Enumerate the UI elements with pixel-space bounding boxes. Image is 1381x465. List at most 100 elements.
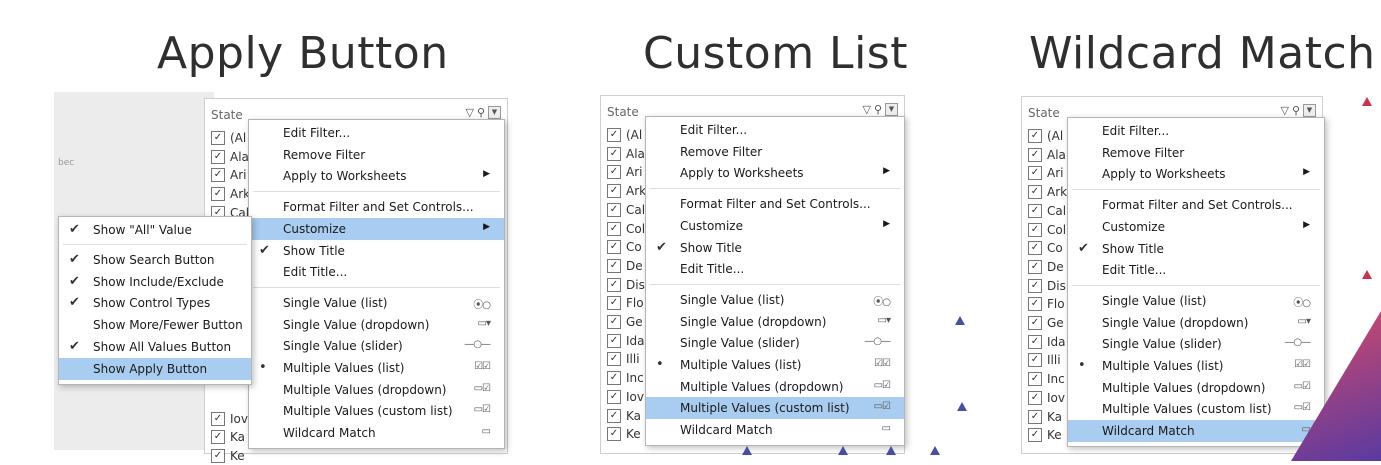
checkbox[interactable]: ✓ — [211, 187, 225, 202]
menu-item[interactable]: Multiple Values (dropdown) ▭☑ — [249, 379, 504, 401]
checkbox[interactable]: ✓ — [607, 202, 621, 217]
checkbox[interactable]: ✓ — [1028, 428, 1042, 443]
menu-item[interactable]: ✔ Show Title — [646, 237, 904, 259]
filter-list-item[interactable]: ✓ Illi — [607, 350, 640, 368]
menu-item[interactable]: Single Value (dropdown) ▭▾ — [249, 314, 504, 336]
menu-item[interactable]: Single Value (list) ⦿○ — [249, 292, 504, 314]
dropdown-arrow-icon[interactable]: ▼ — [1303, 104, 1316, 117]
checkbox[interactable]: ✓ — [1028, 166, 1042, 181]
checkbox[interactable]: ✓ — [1028, 147, 1042, 162]
checkbox[interactable]: ✓ — [607, 277, 621, 292]
filter-list-item[interactable]: ✓ Dis — [1028, 277, 1066, 295]
menu-item[interactable]: Remove Filter — [249, 144, 504, 166]
menu-item[interactable]: Single Value (dropdown) ▭▾ — [1068, 312, 1324, 334]
filter-list-item[interactable]: ✓ Ark — [1028, 183, 1067, 201]
menu-item[interactable]: Multiple Values (dropdown) ▭☑ — [1068, 377, 1324, 399]
checkbox[interactable]: ✓ — [1028, 185, 1042, 200]
menu-item[interactable]: Edit Filter... — [1068, 120, 1324, 142]
checkbox[interactable]: ✓ — [607, 408, 621, 423]
filter-icon[interactable]: ▽ — [862, 103, 870, 116]
checkbox[interactable]: ✓ — [607, 427, 621, 442]
filter-list-item[interactable]: ✓ Ark — [211, 185, 250, 203]
menu-item[interactable]: Apply to Worksheets ▶ — [1068, 163, 1324, 185]
filter-list-item[interactable]: ✓ Ka — [1028, 408, 1062, 426]
menu-item[interactable]: Multiple Values (custom list) ▭☑ — [646, 397, 904, 420]
filter-list-item[interactable]: ✓ Ark — [607, 182, 646, 200]
checkbox[interactable]: ✓ — [607, 352, 621, 367]
checkbox[interactable]: ✓ — [211, 131, 225, 145]
menu-item[interactable]: Remove Filter — [646, 141, 904, 163]
menu-item[interactable]: • Multiple Values (list) ☑☑ — [646, 354, 904, 376]
filter-list-item[interactable]: ✓ Inc — [607, 369, 644, 387]
filter-list-item[interactable]: ✓ Ala — [607, 145, 645, 163]
filter-list-item[interactable]: ✓ Iov — [211, 410, 248, 428]
filter-list-item[interactable]: ✓ Dis — [607, 276, 645, 294]
filter-list-item[interactable]: ✓ (Al — [211, 129, 246, 147]
menu-item[interactable]: Edit Title... — [1068, 259, 1324, 281]
menu-item[interactable]: Edit Filter... — [646, 119, 904, 141]
search-icon[interactable]: ⚲ — [874, 103, 882, 116]
filter-list-item[interactable]: ✓ Cal — [1028, 202, 1066, 220]
filter-list-item[interactable]: ✓ Co — [607, 238, 642, 256]
menu-item[interactable]: Format Filter and Set Controls... — [646, 193, 904, 215]
menu-item[interactable]: Format Filter and Set Controls... — [249, 196, 504, 218]
filter-list-item[interactable]: ✓ Co — [1028, 239, 1063, 257]
checkbox[interactable]: ✓ — [607, 146, 621, 161]
filter-list-item[interactable]: ✓ Ala — [1028, 146, 1066, 164]
filter-list-item[interactable]: ✓ Ka — [607, 407, 641, 425]
checkbox[interactable]: ✓ — [607, 221, 621, 236]
menu-item[interactable]: ✔ Show Title — [249, 240, 504, 262]
filter-list-item[interactable]: ✓ Iov — [1028, 389, 1065, 407]
submenu-item[interactable]: ✔ Show Control Types — [59, 292, 251, 314]
menu-item[interactable]: Edit Filter... — [249, 122, 504, 144]
checkbox[interactable]: ✓ — [607, 333, 621, 348]
checkbox[interactable]: ✓ — [1028, 259, 1042, 274]
menu-item[interactable]: Single Value (slider) —○— — [646, 332, 904, 354]
checkbox[interactable]: ✓ — [1028, 334, 1042, 349]
filter-list-item[interactable]: ✓ Flo — [607, 294, 644, 312]
filter-list-item[interactable]: ✓ Col — [1028, 221, 1066, 239]
checkbox[interactable]: ✓ — [1028, 222, 1042, 237]
menu-item[interactable]: Single Value (slider) —○— — [1068, 333, 1324, 355]
menu-item[interactable]: Remove Filter — [1068, 142, 1324, 164]
filter-list-item[interactable]: ✓ Ala — [211, 148, 249, 166]
filter-list-item[interactable]: ✓ Flo — [1028, 295, 1065, 313]
filter-list-item[interactable]: ✓ Illi — [1028, 351, 1061, 369]
checkbox[interactable]: ✓ — [1028, 353, 1042, 368]
checkbox[interactable]: ✓ — [1028, 372, 1042, 387]
menu-item[interactable]: Single Value (list) ⦿○ — [646, 289, 904, 311]
menu-item[interactable]: Wildcard Match ▭ — [249, 422, 504, 444]
filter-list-item[interactable]: ✓ Ari — [211, 166, 246, 184]
checkbox[interactable]: ✓ — [1028, 390, 1042, 405]
menu-item[interactable]: Edit Title... — [249, 261, 504, 283]
menu-item[interactable]: • Multiple Values (list) ☑☑ — [249, 357, 504, 379]
filter-list-item[interactable]: ✓ (Al — [607, 126, 642, 144]
menu-item[interactable]: Customize ▶ — [646, 215, 904, 237]
menu-item[interactable]: Multiple Values (dropdown) ▭☑ — [646, 376, 904, 398]
checkbox[interactable]: ✓ — [607, 184, 621, 199]
checkbox[interactable]: ✓ — [607, 165, 621, 180]
search-icon[interactable]: ⚲ — [477, 106, 485, 119]
dropdown-arrow-icon[interactable]: ▼ — [885, 103, 898, 116]
filter-list-item[interactable]: ✓ Ari — [1028, 164, 1063, 182]
menu-item[interactable]: Apply to Worksheets ▶ — [646, 162, 904, 184]
checkbox[interactable]: ✓ — [211, 168, 225, 183]
filter-list-item[interactable]: ✓ Ka — [211, 428, 245, 446]
filter-list-item[interactable]: ✓ De — [607, 257, 643, 275]
checkbox[interactable]: ✓ — [1028, 129, 1042, 143]
checkbox[interactable]: ✓ — [1028, 297, 1042, 312]
menu-item[interactable]: Single Value (dropdown) ▭▾ — [646, 311, 904, 333]
menu-item[interactable]: Customize ▶ — [249, 217, 504, 240]
filter-list-item[interactable]: ✓ Cal — [607, 201, 645, 219]
filter-list-item[interactable]: ✓ Col — [607, 220, 645, 238]
filter-list-item[interactable]: ✓ Ke — [1028, 426, 1062, 444]
menu-item[interactable]: • Multiple Values (list) ☑☑ — [1068, 355, 1324, 377]
filter-icon[interactable]: ▽ — [465, 106, 473, 119]
checkbox[interactable]: ✓ — [607, 258, 621, 273]
filter-list-item[interactable]: ✓ De — [1028, 258, 1064, 276]
submenu-item[interactable]: ✔ Show Include/Exclude — [59, 271, 251, 293]
checkbox[interactable]: ✓ — [1028, 203, 1042, 218]
filter-icon[interactable]: ▽ — [1280, 104, 1288, 117]
filter-list-item[interactable]: ✓ Ida — [607, 332, 645, 350]
filter-list-item[interactable]: ✓ Inc — [1028, 370, 1065, 388]
